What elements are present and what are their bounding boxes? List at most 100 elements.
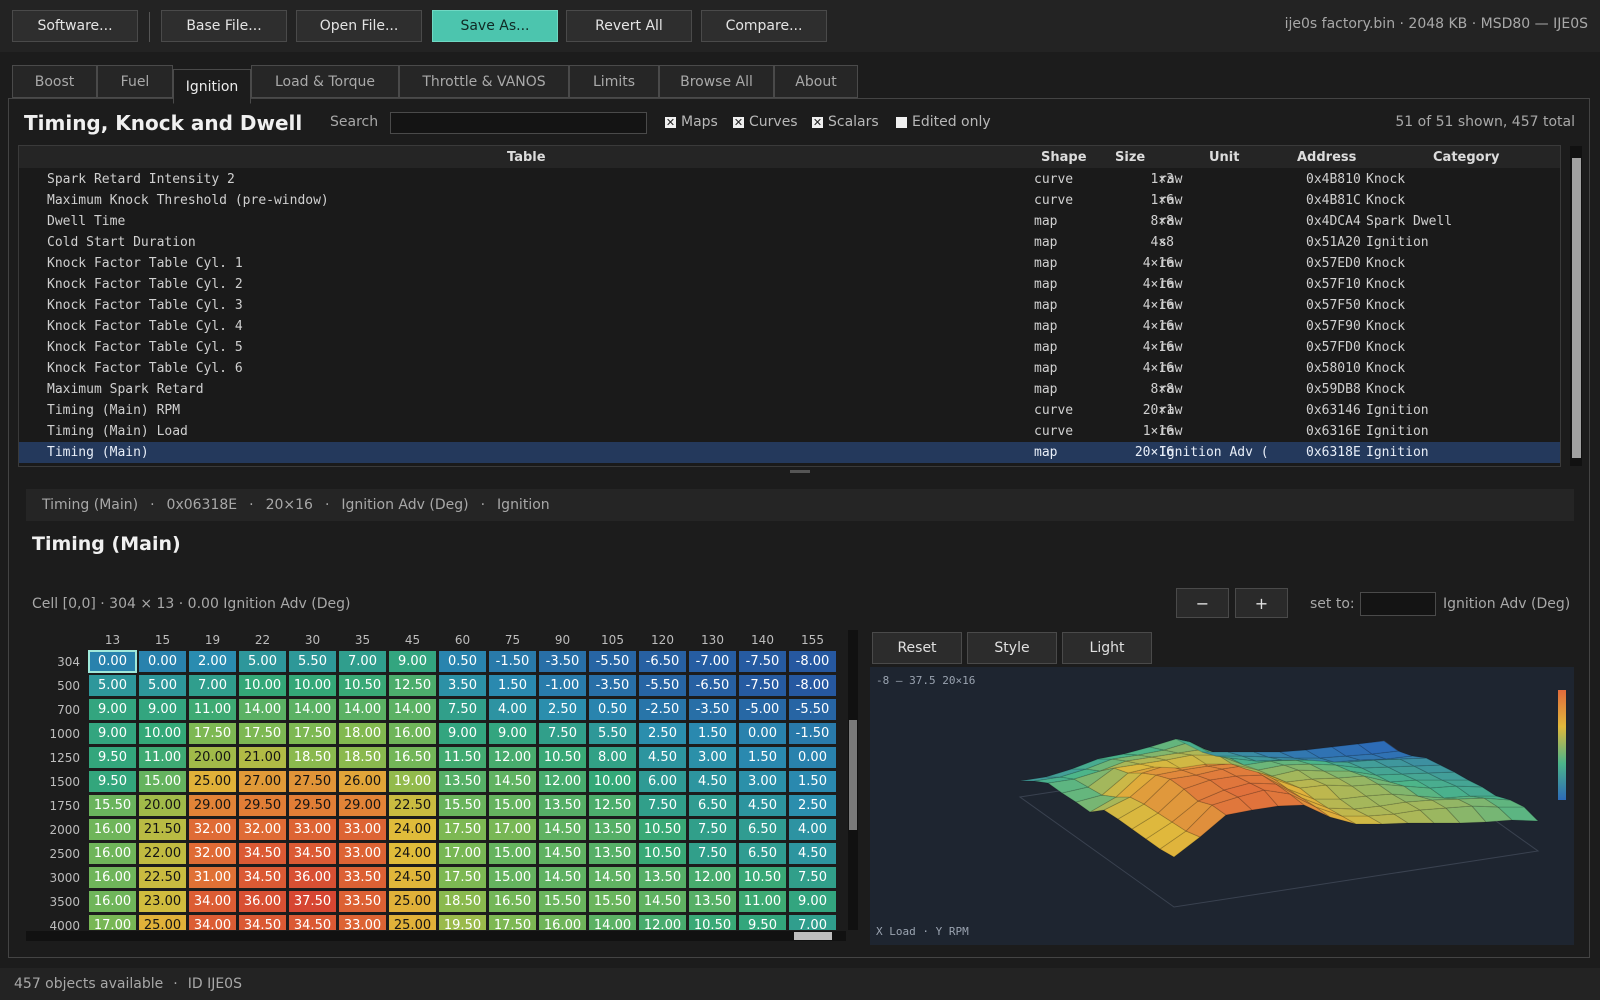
table-row[interactable]: Cold Start Duration map 4×8 s 0x51A20 Ignitio… [19,232,1560,253]
grid-cell[interactable]: 11.00 [738,890,787,913]
grid-cell[interactable]: 9.50 [88,770,137,793]
grid-cell[interactable]: 12.00 [488,746,537,769]
grid-cell[interactable]: 17.50 [288,722,337,745]
grid-cell[interactable]: 4.00 [788,818,837,841]
grid-cell[interactable]: 29.00 [188,794,237,817]
grid-cell[interactable]: 0.00 [788,746,837,769]
grid-cell[interactable]: 22.00 [138,842,187,865]
grid-cell[interactable]: 12.50 [588,794,637,817]
grid-cell[interactable]: -5.00 [738,698,787,721]
grid-cell[interactable]: 5.50 [288,650,337,673]
col-header-category[interactable]: Category [1433,150,1499,165]
grid-cell[interactable]: 17.50 [238,722,287,745]
grid-cell[interactable]: 36.00 [288,866,337,889]
grid-cell[interactable]: 37.50 [288,890,337,913]
grid-cell[interactable]: 34.50 [288,914,337,930]
grid-cell[interactable]: 13.50 [638,866,687,889]
grid-cell[interactable]: 10.50 [338,674,387,697]
grid-cell[interactable]: 7.50 [688,818,737,841]
grid-cell[interactable]: 12.00 [688,866,737,889]
grid-cell[interactable]: 2.00 [188,650,237,673]
grid-cell[interactable]: 23.00 [138,890,187,913]
grid-cell[interactable]: 32.00 [188,842,237,865]
grid-cell[interactable]: 27.50 [288,770,337,793]
grid-cell[interactable]: 15.50 [538,890,587,913]
grid-cell[interactable]: 5.00 [88,674,137,697]
grid-cell[interactable]: -8.00 [788,650,837,673]
grid-horizontal-scrollbar[interactable] [26,931,846,941]
table-scrollbar[interactable] [1570,146,1582,466]
grid-cell[interactable]: 17.50 [438,866,487,889]
grid-cell[interactable]: 16.00 [88,866,137,889]
grid-cell[interactable]: 7.00 [788,914,837,930]
grid-cell[interactable]: 21.00 [238,746,287,769]
curves-filter-checkbox[interactable]: ✕ Curves [733,114,798,130]
tab-fuel[interactable]: Fuel [97,65,173,98]
grid-cell[interactable]: 22.50 [388,794,437,817]
grid-cell[interactable]: 24.00 [388,818,437,841]
grid-cell[interactable]: 19.50 [438,914,487,930]
grid-cell[interactable]: 9.00 [388,650,437,673]
grid-cell[interactable]: 14.00 [288,698,337,721]
grid-cell[interactable]: 16.00 [88,818,137,841]
grid-cell[interactable]: 34.00 [188,890,237,913]
grid-cell[interactable]: 7.50 [638,794,687,817]
table-row[interactable]: Maximum Spark Retard map 8×8 raw 0x59DB8 Knoc… [19,379,1560,400]
revert-all-button[interactable]: Revert All [566,10,692,42]
grid-cell[interactable]: -6.50 [638,650,687,673]
grid-cell[interactable]: 20.00 [138,794,187,817]
grid-cell[interactable]: 2.50 [788,794,837,817]
grid-cell[interactable]: 33.00 [338,914,387,930]
table-row[interactable]: Knock Factor Table Cyl. 6 map 4×16 raw 0x580… [19,358,1560,379]
table-row[interactable]: Spark Retard Intensity 2 curve 1×3 raw 0x4B8… [19,169,1560,190]
grid-cell[interactable]: 15.00 [488,794,537,817]
grid-cell[interactable]: 4.50 [638,746,687,769]
grid-cell[interactable]: 0.50 [438,650,487,673]
grid-cell[interactable]: -5.50 [638,674,687,697]
grid-cell[interactable]: 8.00 [588,746,637,769]
grid-cell[interactable]: 7.00 [338,650,387,673]
grid-cell[interactable]: 16.50 [388,746,437,769]
grid-cell[interactable]: 33.00 [288,818,337,841]
search-input[interactable] [390,112,647,134]
grid-cell[interactable]: 13.50 [438,770,487,793]
table-row[interactable]: Knock Factor Table Cyl. 1 map 4×16 raw 0x57E… [19,253,1560,274]
grid-cell[interactable]: 14.00 [238,698,287,721]
grid-cell[interactable]: 18.00 [338,722,387,745]
grid-cell[interactable]: 31.00 [188,866,237,889]
grid-cell[interactable]: 5.50 [588,722,637,745]
grid-cell[interactable]: 14.00 [338,698,387,721]
grid-cell[interactable]: -6.50 [688,674,737,697]
grid-cell[interactable]: 10.50 [538,746,587,769]
table-row[interactable]: Knock Factor Table Cyl. 4 map 4×16 raw 0x57F… [19,316,1560,337]
maps-filter-checkbox[interactable]: ✕ Maps [665,114,718,130]
grid-cell[interactable]: 7.50 [788,866,837,889]
table-row[interactable]: Knock Factor Table Cyl. 3 map 4×16 raw 0x57F… [19,295,1560,316]
grid-cell[interactable]: 19.00 [388,770,437,793]
grid-cell[interactable]: 17.00 [488,818,537,841]
open-file-button[interactable]: Open File... [296,10,422,42]
tab-about[interactable]: About [774,65,858,98]
tab-ignition[interactable]: Ignition [173,69,251,104]
table-scrollbar-thumb[interactable] [1572,158,1581,458]
table-row[interactable]: Knock Factor Table Cyl. 5 map 4×16 raw 0x57F… [19,337,1560,358]
grid-vertical-scrollbar-thumb[interactable] [849,720,857,830]
grid-cell[interactable]: 13.50 [588,818,637,841]
grid-cell[interactable]: 9.00 [88,698,137,721]
splitter-handle[interactable] [790,470,810,473]
software-button[interactable]: Software... [12,10,138,42]
grid-cell[interactable]: -5.50 [588,650,637,673]
table-row[interactable]: Knock Factor Table Cyl. 2 map 4×16 raw 0x57F… [19,274,1560,295]
grid-cell[interactable]: 2.50 [638,722,687,745]
grid-cell[interactable]: 14.50 [538,818,587,841]
grid-cell[interactable]: 16.50 [488,890,537,913]
edited-only-checkbox[interactable]: Edited only [896,114,991,130]
grid-cell[interactable]: 10.00 [238,674,287,697]
grid-cell[interactable]: 1.50 [688,722,737,745]
grid-cell[interactable]: 33.50 [338,866,387,889]
grid-cell[interactable]: 25.00 [138,914,187,930]
grid-cell[interactable]: 29.50 [238,794,287,817]
grid-cell[interactable]: 15.00 [138,770,187,793]
table-row[interactable]: Dwell Time map 8×8 raw 0x4DCA4 Spark Dwell [19,211,1560,232]
reset-view-button[interactable]: Reset [872,632,962,664]
